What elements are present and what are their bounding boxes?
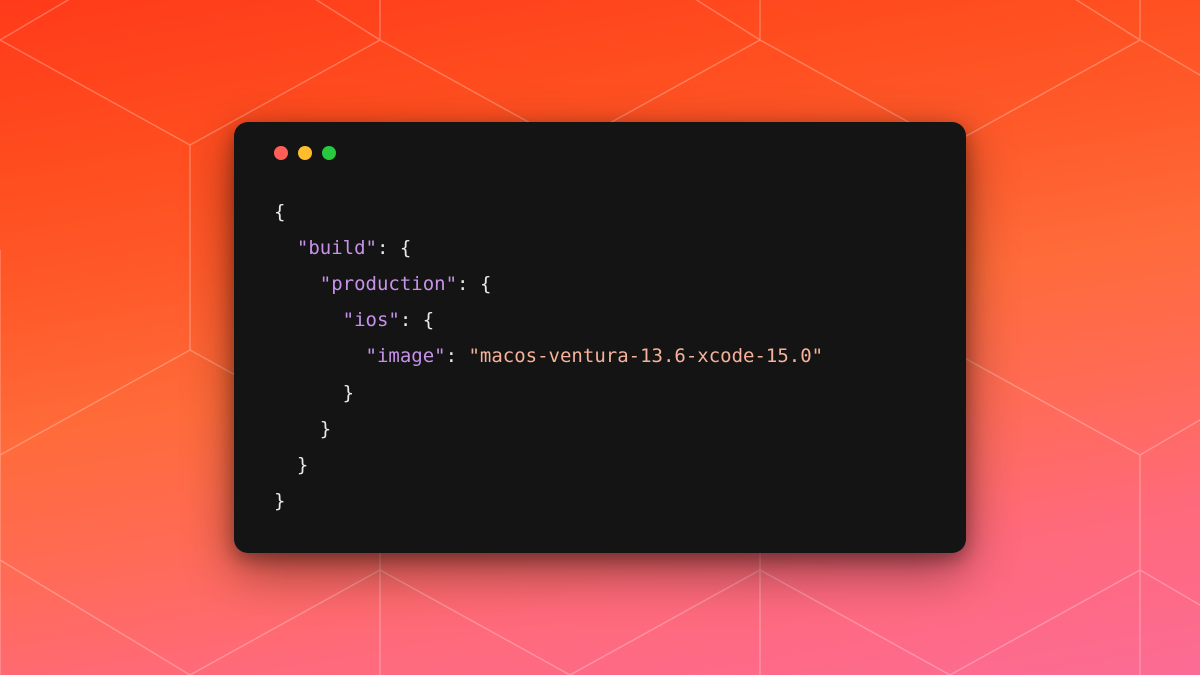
json-key: "image" (366, 345, 446, 367)
window-traffic-lights (274, 146, 926, 160)
json-key: "ios" (343, 309, 400, 331)
json-brace: { (274, 201, 285, 223)
json-string-value: "macos-ventura-13.6-xcode-15.0" (468, 345, 823, 367)
window-close-icon[interactable] (274, 146, 288, 160)
json-code-block: { "build": { "production": { "ios": { "i… (274, 194, 926, 519)
json-key: "production" (320, 273, 457, 295)
json-colon: : (377, 237, 400, 259)
json-key: "build" (297, 237, 377, 259)
window-maximize-icon[interactable] (322, 146, 336, 160)
json-brace: { (423, 309, 434, 331)
json-brace: } (320, 418, 331, 440)
json-brace: { (400, 237, 411, 259)
json-colon: : (446, 345, 469, 367)
window-minimize-icon[interactable] (298, 146, 312, 160)
json-brace: { (480, 273, 491, 295)
json-brace: } (343, 382, 354, 404)
json-colon: : (457, 273, 480, 295)
json-brace: } (297, 454, 308, 476)
json-brace: } (274, 490, 285, 512)
code-window: { "build": { "production": { "ios": { "i… (234, 122, 966, 553)
json-colon: : (400, 309, 423, 331)
